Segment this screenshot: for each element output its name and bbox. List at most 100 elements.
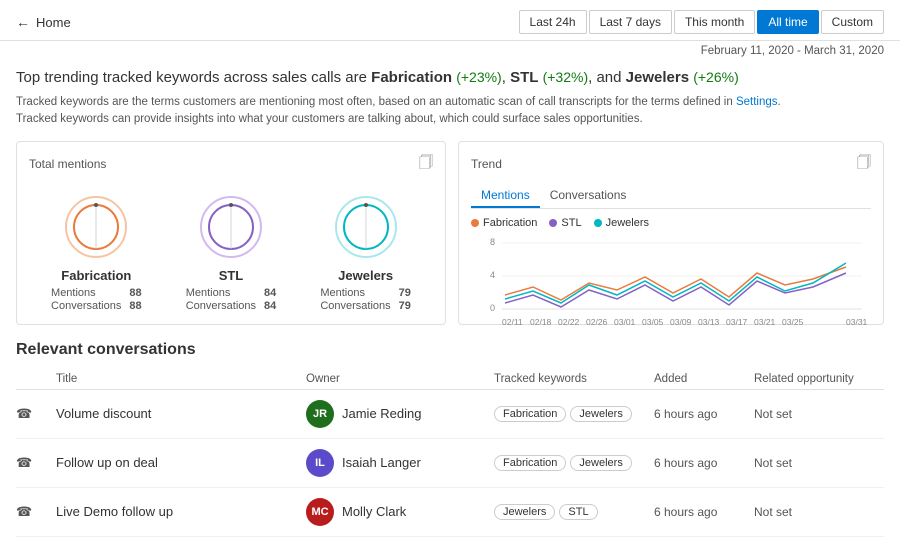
tag-jewelers: Jewelers [570, 406, 631, 422]
row2-title[interactable]: Follow up on deal [56, 455, 306, 470]
jewelers-conv-label: Conversations [320, 300, 390, 312]
legend-jewelers: Jewelers [594, 217, 649, 229]
conversations-section: Relevant conversations Title Owner Track… [0, 333, 900, 537]
col-header-title: Title [56, 373, 306, 385]
keyword3: Jewelers [626, 69, 689, 86]
fabrication-mentions-val: 88 [129, 287, 141, 299]
desc-line1: Tracked keywords are the terms customers… [16, 96, 736, 108]
svg-text:02/18: 02/18 [530, 317, 552, 327]
stl-circle-svg [196, 192, 266, 262]
row3-owner-name: Molly Clark [342, 504, 406, 519]
mentions-panel-title: Total mentions 🗍 [29, 152, 433, 176]
svg-text:03/01: 03/01 [614, 317, 636, 327]
filter-alltime[interactable]: All time [757, 10, 818, 34]
section-title: Relevant conversations [16, 341, 884, 359]
row3-related: Not set [754, 505, 884, 519]
trend-panel-title: Trend 🗍 [471, 152, 871, 176]
trend-title-text: Trend [471, 157, 502, 171]
col-header-keywords: Tracked keywords [494, 373, 654, 385]
keyword1: Fabrication [371, 69, 452, 86]
row3-title[interactable]: Live Demo follow up [56, 504, 306, 519]
pct3: (+26%) [693, 69, 739, 85]
legend-stl-label: STL [561, 217, 581, 229]
jewelers-mentions-label: Mentions [320, 287, 390, 299]
tab-conversations[interactable]: Conversations [540, 184, 637, 208]
row1-avatar: JR [306, 400, 334, 428]
row2-added: 6 hours ago [654, 456, 754, 470]
phone-icon: ☎ [16, 406, 56, 422]
legend-dot-fabrication [471, 219, 479, 227]
stl-label: STL [219, 268, 244, 283]
row1-related: Not set [754, 407, 884, 421]
svg-text:03/13: 03/13 [698, 317, 720, 327]
legend-fabrication-label: Fabrication [483, 217, 537, 229]
fabrication-label: Fabrication [61, 268, 131, 283]
trend-panel: Trend 🗍 Mentions Conversations Fabricati… [458, 141, 884, 325]
circles-row: Fabrication Mentions 88 Conversations 88… [29, 184, 433, 316]
sep2: , and [588, 69, 626, 86]
tab-mentions[interactable]: Mentions [471, 184, 540, 208]
legend-stl: STL [549, 217, 581, 229]
row1-owner-cell: JR Jamie Reding [306, 400, 494, 428]
stl-conv-val: 84 [264, 300, 276, 312]
col-header-icon [16, 373, 56, 385]
mentions-panel: Total mentions 🗍 Fabrication Mentions 88… [16, 141, 446, 325]
svg-text:4: 4 [490, 270, 495, 280]
row2-keywords: Fabrication Jewelers [494, 455, 654, 471]
header: ← Home Last 24h Last 7 days This month A… [0, 0, 900, 41]
fabrication-conv-val: 88 [129, 300, 141, 312]
row3-keywords: Jewelers STL [494, 504, 654, 520]
svg-text:02/26: 02/26 [586, 317, 608, 327]
keyword2: STL [510, 69, 538, 86]
desc-line3: Tracked keywords can provide insights in… [16, 113, 643, 125]
trend-copy-icon[interactable]: 🗍 [857, 152, 871, 176]
svg-text:03/09: 03/09 [670, 317, 692, 327]
table-row: ☎ Volume discount JR Jamie Reding Fabric… [16, 390, 884, 439]
description: Tracked keywords are the terms customers… [16, 94, 884, 129]
tag-jewelers2: Jewelers [570, 455, 631, 471]
row3-avatar: MC [306, 498, 334, 526]
pct2: (+32%) [543, 69, 589, 85]
stl-mentions-val: 84 [264, 287, 276, 299]
row1-added: 6 hours ago [654, 407, 754, 421]
copy-icon[interactable]: 🗍 [419, 152, 433, 176]
headline: Top trending tracked keywords across sal… [16, 67, 884, 88]
row2-related: Not set [754, 456, 884, 470]
col-header-owner: Owner [306, 373, 494, 385]
phone-icon: ☎ [16, 504, 56, 520]
col-header-added: Added [654, 373, 754, 385]
date-range: February 11, 2020 - March 31, 2020 [0, 41, 900, 61]
phone-icon: ☎ [16, 455, 56, 471]
filter-custom[interactable]: Custom [821, 10, 884, 34]
tag-stl3: STL [559, 504, 597, 520]
col-header-related: Related opportunity [754, 373, 884, 385]
back-link[interactable]: ← Home [16, 14, 71, 30]
svg-text:03/05: 03/05 [642, 317, 664, 327]
stl-conv-label: Conversations [186, 300, 256, 312]
fabrication-mentions-label: Mentions [51, 287, 121, 299]
back-label: Home [36, 15, 71, 30]
circle-fabrication: Fabrication Mentions 88 Conversations 88 [51, 192, 142, 312]
row3-owner-cell: MC Molly Clark [306, 498, 494, 526]
table-header: Title Owner Tracked keywords Added Relat… [16, 369, 884, 390]
filter-last7days[interactable]: Last 7 days [589, 10, 672, 34]
headline-prefix: Top trending tracked keywords across sal… [16, 69, 371, 86]
tag-jewelers3: Jewelers [494, 504, 555, 520]
filter-last24h[interactable]: Last 24h [519, 10, 587, 34]
svg-text:03/17: 03/17 [726, 317, 748, 327]
svg-text:03/31: 03/31 [846, 317, 868, 327]
filter-thismonth[interactable]: This month [674, 10, 755, 34]
back-arrow-icon: ← [16, 14, 30, 30]
mentions-title-text: Total mentions [29, 157, 106, 171]
row1-title[interactable]: Volume discount [56, 406, 306, 421]
desc-period: . [778, 96, 781, 108]
settings-link[interactable]: Settings [736, 96, 778, 108]
time-filters: Last 24h Last 7 days This month All time… [519, 10, 884, 34]
row2-avatar: IL [306, 449, 334, 477]
table-row: ☎ Live Demo follow up MC Molly Clark Jew… [16, 488, 884, 537]
row1-keywords: Fabrication Jewelers [494, 406, 654, 422]
svg-text:0: 0 [490, 303, 495, 313]
circle-jewelers: Jewelers Mentions 79 Conversations 79 [320, 192, 411, 312]
svg-text:03/21: 03/21 [754, 317, 776, 327]
circle-stl: STL Mentions 84 Conversations 84 [186, 192, 277, 312]
